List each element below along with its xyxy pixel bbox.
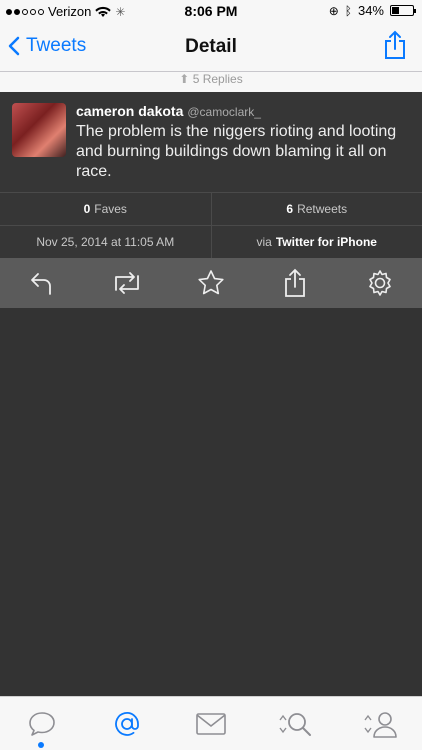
back-label: Tweets (26, 35, 87, 56)
tab-profile[interactable] (355, 702, 405, 746)
share-icon (285, 268, 306, 297)
battery-percent: 34% (357, 3, 384, 18)
faves-stat[interactable]: 0 Faves (0, 193, 211, 225)
tab-search[interactable] (270, 702, 320, 746)
navigation-bar: Tweets Detail (0, 22, 422, 72)
share-action-button[interactable] (275, 263, 315, 303)
star-icon (198, 270, 224, 295)
status-bar: Verizon ✳ 8:06 PM ⊕ ᛒ 34% (0, 0, 422, 22)
envelope-icon (196, 712, 226, 735)
faves-label: Faves (94, 202, 127, 216)
replies-indicator[interactable]: ⬆ 5 Replies (0, 72, 422, 92)
user-icon (364, 711, 397, 738)
tab-messages[interactable] (186, 702, 236, 746)
settings-button[interactable] (360, 263, 400, 303)
tweet-detail: cameron dakota @camoclark_ The problem is… (0, 92, 422, 192)
reply-button[interactable] (22, 263, 62, 303)
tab-timeline[interactable] (17, 702, 67, 748)
retweets-label: Retweets (297, 202, 348, 216)
tweet-date: Nov 25, 2014 at 11:05 AM (36, 235, 175, 249)
gear-icon (368, 270, 391, 296)
unread-dot (38, 741, 45, 748)
share-icon (385, 30, 405, 59)
replies-label: 5 Replies (192, 72, 243, 86)
share-button[interactable] (384, 30, 406, 65)
tab-mentions[interactable] (102, 702, 152, 746)
avatar[interactable] (12, 103, 66, 157)
tweet-stats: 0 Faves 6 Retweets Nov 25, 2014 at 11:05… (0, 192, 422, 259)
author-name: cameron dakota (76, 103, 184, 119)
tweet-text: The problem is the niggers rioting and l… (76, 123, 397, 180)
tab-bar (0, 696, 422, 750)
retweet-button[interactable] (107, 263, 147, 303)
author-handle: @camoclark_ (187, 105, 261, 119)
reply-icon (31, 273, 52, 295)
favorite-button[interactable] (191, 263, 231, 303)
battery-icon (390, 5, 416, 16)
tweet-source: via Twitter for iPhone (210, 226, 422, 258)
retweet-icon (114, 272, 139, 294)
speech-bubble-icon (29, 711, 55, 736)
chevron-left-icon (8, 36, 20, 56)
retweets-stat[interactable]: 6 Retweets (210, 193, 422, 225)
faves-count: 0 (83, 202, 91, 216)
retweets-count: 6 (286, 202, 294, 216)
reply-arrow-icon: ⬆ (179, 72, 190, 86)
tweet-action-bar (0, 258, 422, 308)
orientation-lock-icon: ⊕ (328, 3, 339, 18)
search-icon (279, 712, 312, 736)
tweet-author[interactable]: cameron dakota @camoclark_ (76, 103, 261, 119)
via-client: Twitter for iPhone (275, 235, 377, 249)
at-sign-icon (114, 711, 139, 736)
via-prefix: via (256, 235, 272, 249)
bluetooth-icon: ᛒ (344, 3, 352, 18)
back-button[interactable]: Tweets (8, 35, 86, 57)
